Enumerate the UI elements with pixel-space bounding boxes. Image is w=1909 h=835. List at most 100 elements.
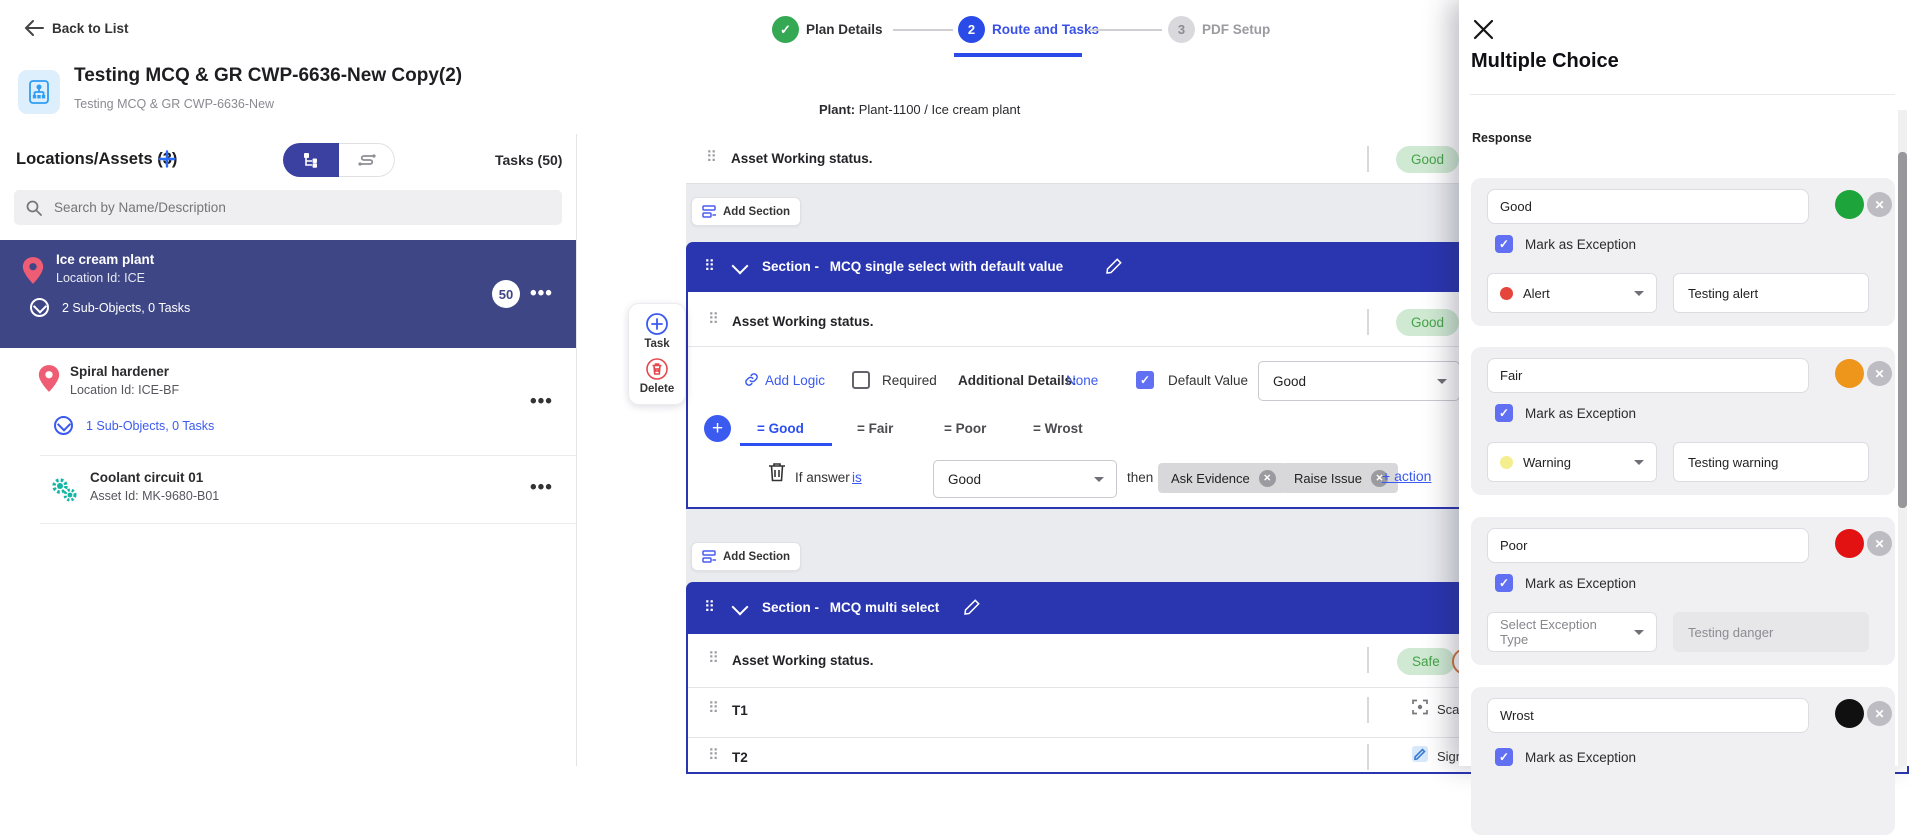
exception-type-select[interactable]: Select Exception Type: [1487, 612, 1657, 652]
edit-icon[interactable]: [963, 598, 981, 616]
more-options-icon[interactable]: •••: [530, 392, 553, 411]
back-arrow-icon[interactable]: [24, 19, 44, 37]
collapse-chevron-icon[interactable]: [30, 298, 49, 317]
drag-handle[interactable]: ⠿: [708, 651, 719, 666]
tab-fair[interactable]: = Fair: [857, 421, 893, 436]
color-swatch[interactable]: [1835, 529, 1864, 558]
drag-handle[interactable]: ⠿: [706, 150, 717, 165]
add-condition-icon[interactable]: +: [704, 415, 731, 442]
chevron-down-icon[interactable]: [732, 258, 749, 275]
answer-value-select[interactable]: Good: [933, 460, 1117, 498]
location-pin-icon: [20, 256, 46, 286]
add-task-label[interactable]: Task: [644, 338, 669, 350]
sub-objects-summary[interactable]: 2 Sub-Objects, 0 Tasks: [62, 301, 190, 315]
add-location-icon[interactable]: [158, 150, 176, 168]
add-section-button[interactable]: Add Section: [691, 542, 801, 571]
mark-exception-checkbox[interactable]: ✓: [1495, 404, 1513, 422]
remove-option-icon[interactable]: ✕: [1867, 701, 1892, 726]
step-2-circle: 2: [958, 16, 985, 43]
section-icon: [702, 205, 716, 218]
add-task-icon[interactable]: [645, 312, 669, 336]
drag-handle[interactable]: ⠿: [704, 259, 715, 274]
tab-poor[interactable]: = Poor: [944, 421, 986, 436]
action-chip-raise-issue[interactable]: Raise Issue ✕: [1281, 463, 1398, 493]
option-value-input[interactable]: [1487, 528, 1809, 563]
exception-message-input[interactable]: [1673, 612, 1869, 652]
location-pin-icon: [36, 364, 62, 394]
exception-type-select[interactable]: Alert: [1487, 273, 1657, 313]
route-view-toggle[interactable]: [339, 143, 395, 177]
condition-operator-link[interactable]: is: [852, 470, 862, 485]
add-action-link[interactable]: + action: [1382, 468, 1431, 484]
divider: [1367, 697, 1369, 723]
signature-icon: [1412, 746, 1428, 762]
edit-icon[interactable]: [1105, 257, 1123, 275]
step-pdf-setup[interactable]: PDF Setup: [1202, 22, 1270, 37]
mark-exception-checkbox[interactable]: ✓: [1495, 235, 1513, 253]
location-name: Spiral hardener: [70, 364, 169, 379]
additional-details-value[interactable]: None: [1066, 373, 1098, 388]
step-plan-details[interactable]: Plan Details: [806, 22, 883, 37]
add-section-label: Add Section: [723, 551, 790, 563]
required-label: Required: [882, 373, 937, 388]
remove-option-icon[interactable]: ✕: [1867, 192, 1892, 217]
option-value-input[interactable]: [1487, 698, 1809, 733]
default-value-select[interactable]: Good: [1258, 361, 1460, 401]
chevron-down-icon[interactable]: [732, 599, 749, 616]
expand-chevron-icon[interactable]: [54, 416, 73, 435]
exception-message-input[interactable]: [1673, 442, 1869, 482]
step-connector: [1088, 29, 1162, 31]
color-swatch[interactable]: [1835, 359, 1864, 388]
tree-view-toggle[interactable]: [283, 143, 339, 177]
plant-value: Plant-1100 / Ice cream plant: [859, 102, 1021, 117]
close-icon[interactable]: [1472, 18, 1495, 41]
remove-chip-icon[interactable]: ✕: [1259, 470, 1276, 487]
status-dot: [1500, 287, 1513, 300]
drag-handle[interactable]: ⠿: [708, 748, 719, 763]
remove-option-icon[interactable]: ✕: [1867, 361, 1892, 386]
delete-task-label[interactable]: Delete: [640, 383, 675, 395]
step-3-circle: 3: [1168, 16, 1195, 43]
asset-gears-icon: [50, 476, 78, 504]
option-value-input[interactable]: [1487, 358, 1809, 393]
mark-exception-checkbox[interactable]: ✓: [1495, 748, 1513, 766]
option-card-wrost: ✕ ✓ Mark as Exception: [1471, 687, 1895, 835]
color-swatch[interactable]: [1835, 699, 1864, 728]
more-options-icon[interactable]: •••: [530, 284, 553, 303]
option-card-fair: ✕ ✓ Mark as Exception Warning: [1471, 347, 1895, 495]
default-value-checkbox[interactable]: ✓: [1136, 371, 1154, 389]
search-box[interactable]: [14, 190, 562, 225]
required-checkbox[interactable]: [852, 371, 870, 389]
remove-option-icon[interactable]: ✕: [1867, 531, 1892, 556]
color-swatch[interactable]: [1835, 190, 1864, 219]
tab-wrost[interactable]: = Wrost: [1033, 421, 1083, 436]
multiple-choice-panel: Multiple Choice Response ✕ ✓ Mark as Exc…: [1459, 0, 1909, 766]
trash-icon[interactable]: [768, 462, 786, 482]
drag-handle[interactable]: ⠿: [708, 312, 719, 327]
drag-handle[interactable]: ⠿: [704, 600, 715, 615]
action-chip-ask-evidence[interactable]: Ask Evidence ✕: [1158, 463, 1286, 493]
option-card-good: ✕ ✓ Mark as Exception Alert: [1471, 178, 1895, 326]
delete-task-icon[interactable]: [645, 357, 669, 381]
panel-scrollbar-thumb[interactable]: [1898, 152, 1907, 508]
search-input[interactable]: [52, 199, 550, 216]
mark-exception-checkbox[interactable]: ✓: [1495, 574, 1513, 592]
tab-good[interactable]: = Good: [757, 421, 804, 436]
location-item-ice-cream-plant[interactable]: Ice cream plant Location Id: ICE 2 Sub-O…: [0, 240, 576, 348]
location-item-spiral-hardener[interactable]: Spiral hardener Location Id: ICE-BF 1 Su…: [0, 348, 576, 455]
asset-item-coolant-circuit[interactable]: Coolant circuit 01 Asset Id: MK-9680-B01…: [0, 456, 576, 523]
more-options-icon[interactable]: •••: [530, 478, 553, 497]
mark-exception-label: Mark as Exception: [1525, 576, 1636, 591]
exception-message-input[interactable]: [1673, 273, 1869, 313]
exception-type-select[interactable]: Warning: [1487, 442, 1657, 482]
step-route-and-tasks[interactable]: Route and Tasks: [992, 22, 1099, 37]
location-meta: Location Id: ICE: [56, 271, 145, 285]
mark-exception-label: Mark as Exception: [1525, 750, 1636, 765]
sub-objects-summary[interactable]: 1 Sub-Objects, 0 Tasks: [86, 419, 214, 433]
option-value-input[interactable]: [1487, 189, 1809, 224]
back-to-list-button[interactable]: Back to List: [52, 21, 129, 36]
drag-handle[interactable]: ⠿: [708, 701, 719, 716]
mark-exception-label: Mark as Exception: [1525, 406, 1636, 421]
add-logic-button[interactable]: Add Logic: [765, 373, 825, 388]
add-section-button[interactable]: Add Section: [691, 197, 801, 226]
